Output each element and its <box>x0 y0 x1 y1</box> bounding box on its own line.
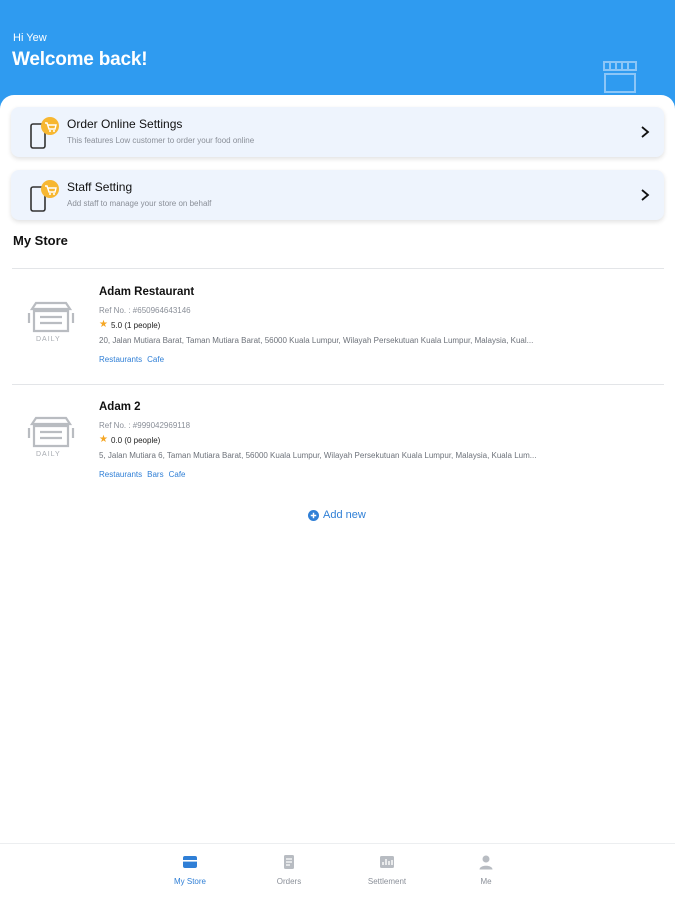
store-rating: ★ 5.0 (1 people) <box>99 320 160 330</box>
orders-icon <box>284 855 294 869</box>
store-rating: ★ 0.0 (0 people) <box>99 435 160 445</box>
staff-setting-card[interactable]: Staff Setting Add staff to manage your s… <box>11 170 664 220</box>
store-tag: Cafe <box>147 355 165 364</box>
store-ref: Ref No. : #6509646431​46 <box>99 306 191 315</box>
tab-label: Me <box>480 877 492 886</box>
store-tag: Restaurants <box>99 355 143 364</box>
card-title: Order Online Settings <box>67 117 183 131</box>
store-address: 5, Jalan Mutiara 6, Taman Mutiara Barat,… <box>99 451 537 460</box>
tab-label: My Store <box>173 877 206 886</box>
add-new-store-button[interactable]: Add new <box>308 509 366 521</box>
store-tag: Cafe <box>168 470 186 479</box>
phone-cart-icon <box>30 117 59 149</box>
store-ref: Ref No. : #9990429​69118 <box>99 421 191 430</box>
plus-circle-icon <box>308 509 319 521</box>
card-title: Staff Setting <box>67 180 133 194</box>
card-subtitle: Add staff to manage your store on behalf <box>67 199 212 208</box>
store-list-item[interactable]: DAILY Adam Restaurant Ref No. : #6509646… <box>12 269 664 379</box>
star-icon: ★ <box>99 434 108 445</box>
person-icon <box>479 855 493 870</box>
store-tag: Restaurants <box>99 470 143 479</box>
tab-settlement[interactable]: Settlement <box>347 854 427 886</box>
store-tags: Restaurants Bars Cafe <box>99 470 186 479</box>
store-address: 20, Jalan Mutiara Barat, Taman Mutiara B… <box>99 336 534 345</box>
store-name: Adam Restaurant <box>99 286 195 298</box>
tab-my-store[interactable]: My Store <box>150 854 230 886</box>
star-icon: ★ <box>99 319 108 330</box>
order-online-settings-card[interactable]: Order Online Settings This features Low … <box>11 107 664 157</box>
my-store-heading: My Store <box>13 233 68 248</box>
greeting-text: Hi Yew <box>13 32 47 44</box>
store-icon <box>183 856 197 868</box>
storefront-icon <box>603 61 637 93</box>
chevron-right-icon <box>641 189 650 201</box>
bottom-tab-bar: My Store Orders Settlement Me <box>0 843 675 900</box>
tab-label: Orders <box>276 877 302 886</box>
store-list-item[interactable]: DAILY Adam 2 Ref No. : #9990429​69118 ★ … <box>12 384 664 494</box>
store-name: Adam 2 <box>99 401 141 413</box>
store-logo-text: DAILY <box>36 451 61 458</box>
phone-cart-icon <box>30 180 59 212</box>
store-tag: Bars <box>147 470 164 479</box>
rating-text: 5.0 (1 people) <box>110 320 161 330</box>
card-subtitle: This features Low customer to order your… <box>67 136 255 145</box>
tab-orders[interactable]: Orders <box>249 854 329 886</box>
welcome-title: Welcome back! <box>12 49 148 70</box>
store-logo-text: DAILY <box>36 336 61 343</box>
tab-label: Settlement <box>367 877 407 886</box>
tab-me[interactable]: Me <box>446 854 526 886</box>
chevron-right-icon <box>641 126 650 138</box>
store-tags: Restaurants Cafe <box>99 355 164 364</box>
rating-text: 0.0 (0 people) <box>110 435 161 445</box>
add-new-label: Add new <box>323 509 366 521</box>
settlement-icon <box>380 856 394 868</box>
